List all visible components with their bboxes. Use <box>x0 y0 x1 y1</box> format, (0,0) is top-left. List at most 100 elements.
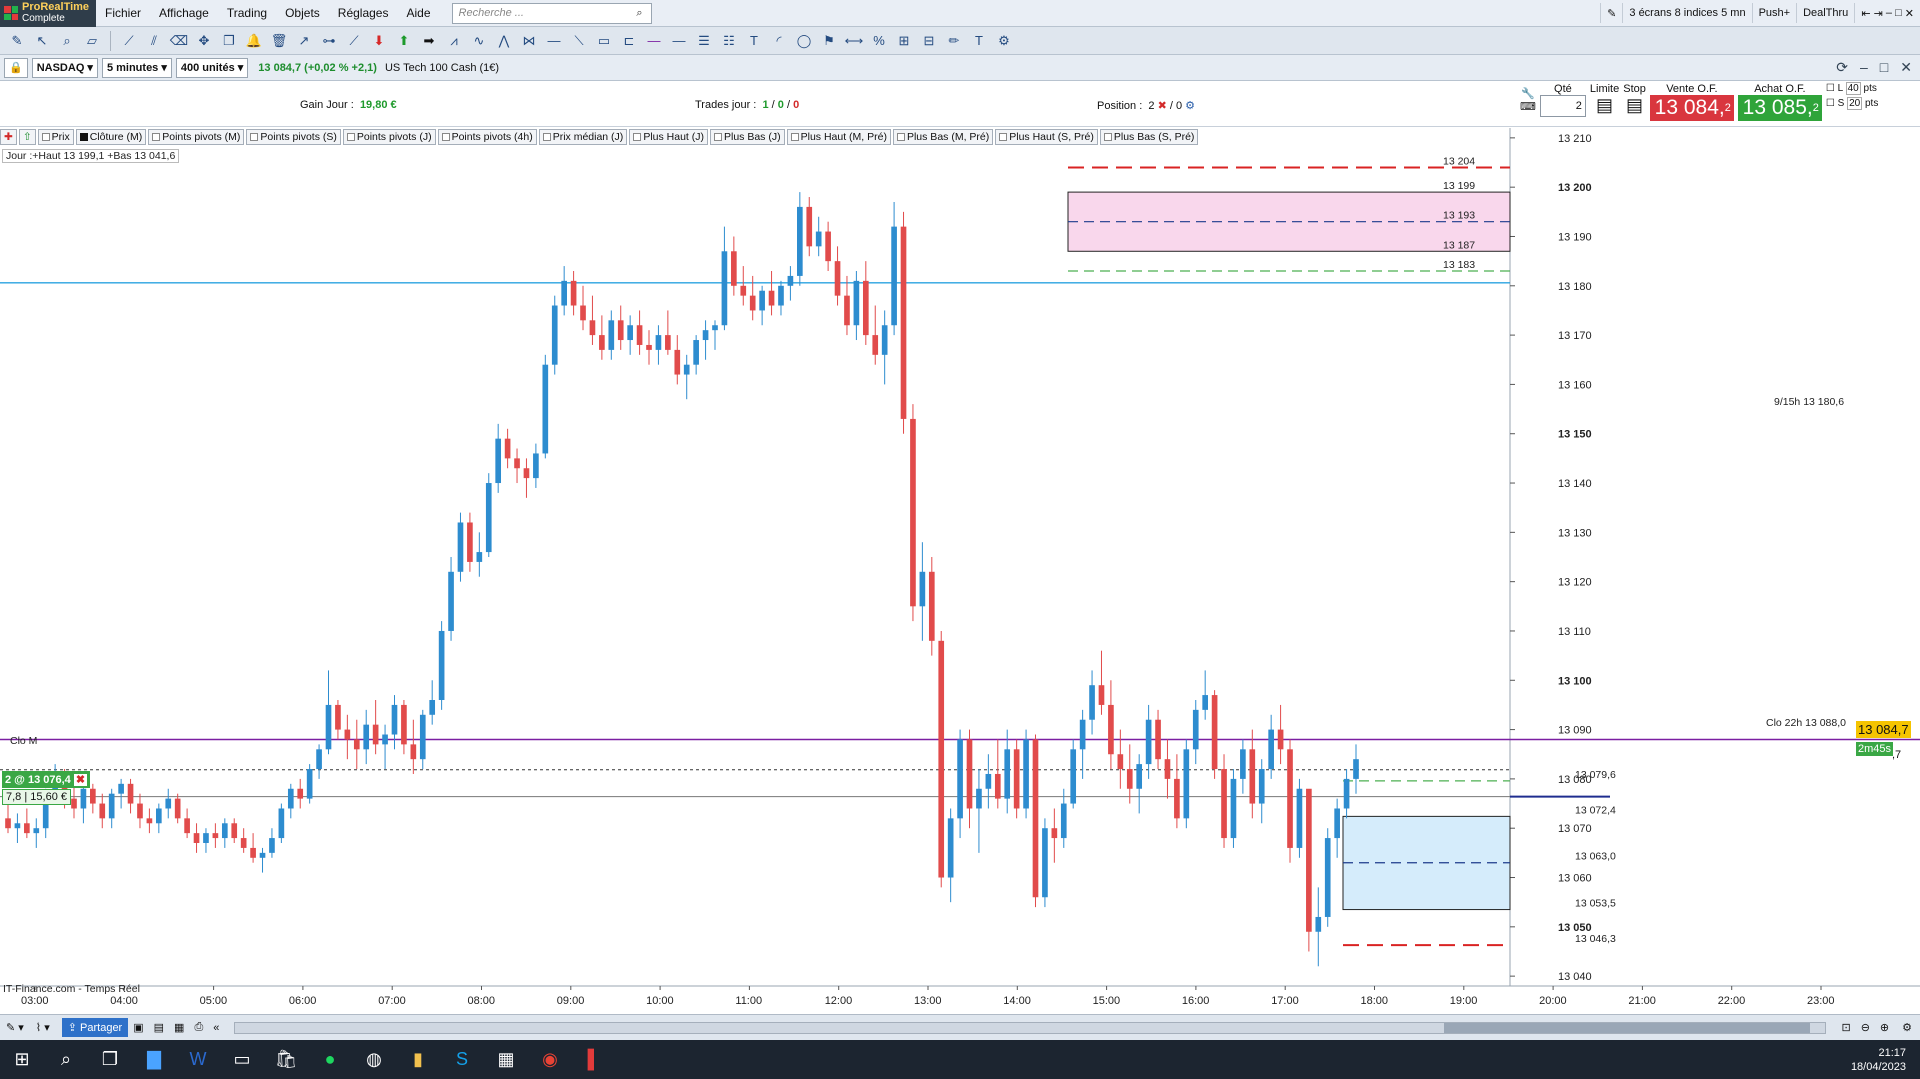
share-button[interactable]: ⇪ Partager <box>61 1018 129 1037</box>
move-icon[interactable]: ✥ <box>193 30 215 52</box>
spotify-icon[interactable]: ● <box>308 1040 352 1079</box>
zoom-out-icon[interactable]: ⊖ <box>1856 1021 1875 1034</box>
word-icon[interactable]: W <box>176 1040 220 1079</box>
fibonacci-icon[interactable]: ⩘ <box>443 30 465 52</box>
forward-icon[interactable]: ⇥ <box>1874 7 1883 20</box>
add-indicator-icon[interactable]: ✚ <box>0 129 17 145</box>
chip-plus-bas-j[interactable]: Plus Bas (J) <box>710 129 785 145</box>
status-chart-icon[interactable]: ⌇ ▾ <box>30 1021 56 1034</box>
menu-trading[interactable]: Trading <box>218 6 276 20</box>
fib-retrace-icon[interactable]: ☰ <box>693 30 715 52</box>
price-chart[interactable]: 13 04013 05013 06013 07013 08013 09013 1… <box>0 128 1920 1014</box>
chart-close-icon[interactable]: ✕ <box>1900 59 1912 76</box>
l-checkbox[interactable]: ☐ <box>1826 83 1835 94</box>
settings-icon[interactable]: ⚙ <box>993 30 1015 52</box>
minimize-icon[interactable]: – <box>1886 7 1892 19</box>
segment-icon[interactable]: ⊶ <box>318 30 340 52</box>
l-value[interactable]: 40 <box>1845 82 1861 95</box>
screenshot-icon[interactable]: ▣ <box>128 1021 148 1034</box>
purple-line-icon[interactable]: — <box>643 30 665 52</box>
gann-icon[interactable]: ⊞ <box>893 30 915 52</box>
line-icon[interactable]: — <box>668 30 690 52</box>
store-icon[interactable]: 🛍 <box>264 1040 308 1079</box>
trendline-icon[interactable]: ⟋ <box>118 30 140 52</box>
pencil-icon[interactable]: ✎ <box>6 30 28 52</box>
status-settings-icon[interactable]: ⚙ <box>1894 1021 1920 1034</box>
chrome-icon[interactable]: ◉ <box>528 1040 572 1079</box>
brush-icon[interactable]: ⌫ <box>168 30 190 52</box>
chip-plus-haut-j[interactable]: Plus Haut (J) <box>629 129 708 145</box>
scrollbar-thumb[interactable] <box>1443 1022 1810 1033</box>
skype-icon[interactable]: S <box>440 1040 484 1079</box>
fib-ext-icon[interactable]: ☷ <box>718 30 740 52</box>
menu-reglages[interactable]: Réglages <box>329 6 398 20</box>
push-button[interactable]: Push+ <box>1751 3 1797 23</box>
menu-fichier[interactable]: Fichier <box>96 6 150 20</box>
zigzag-icon[interactable]: ⋀ <box>493 30 515 52</box>
timeframe-select[interactable]: 5 minutes ▾ <box>101 57 172 78</box>
menu-affichage[interactable]: Affichage <box>150 6 218 20</box>
prorealtime-icon[interactable]: ▌ <box>572 1040 616 1079</box>
channel-icon[interactable]: ⫽ <box>143 30 165 52</box>
chip-plus-haut-m[interactable]: Plus Haut (M, Pré) <box>786 129 891 145</box>
wave-icon[interactable]: ∿ <box>468 30 490 52</box>
pen-line-icon[interactable]: ⟋ <box>343 30 365 52</box>
lock-icon[interactable]: 🔒 <box>4 57 28 78</box>
pencil2-icon[interactable]: ✏ <box>943 30 965 52</box>
projection-icon[interactable]: ⊟ <box>918 30 940 52</box>
position-tag[interactable]: 2 @ 13 076,4 ✖ <box>2 771 91 788</box>
pattern-icon[interactable]: ⋈ <box>518 30 540 52</box>
chip-plus-bas-s[interactable]: Plus Bas (S, Pré) <box>1099 129 1199 145</box>
horizontal-line-icon[interactable]: — <box>543 30 565 52</box>
sell-button[interactable]: 13 084,2 <box>1649 95 1734 121</box>
workspace-name[interactable]: 3 écrans 8 indices 5 mn <box>1622 3 1751 23</box>
cursor-icon[interactable]: ↖ <box>31 30 53 52</box>
chart-area[interactable]: 13 040 13 050 13 060 13 070 13 080 13 090 13 1… <box>0 128 1920 1014</box>
chip-prix[interactable]: Prix <box>37 129 74 145</box>
chip-pivots-m[interactable]: Points pivots (M) <box>148 129 245 145</box>
calendar-icon[interactable]: ▦ <box>169 1021 189 1034</box>
qty-input[interactable]: 2 <box>1539 95 1586 117</box>
search-taskbar-icon[interactable]: ⌕ <box>44 1040 88 1079</box>
print-icon[interactable]: ⎙ <box>189 1021 208 1034</box>
close-icon[interactable]: ✕ <box>1905 7 1914 20</box>
text-icon[interactable]: T <box>743 30 765 52</box>
units-select[interactable]: 400 unités ▾ <box>175 57 249 78</box>
s-checkbox[interactable]: ☐ <box>1826 98 1835 109</box>
chip-pivots-j[interactable]: Points pivots (J) <box>342 129 436 145</box>
market-select[interactable]: NASDAQ ▾ <box>31 57 98 78</box>
bracket-icon[interactable]: ⊏ <box>618 30 640 52</box>
keypad-icon[interactable]: ⌨ <box>1520 100 1536 113</box>
back-icon[interactable]: ⇤ <box>1861 7 1870 20</box>
menu-objets[interactable]: Objets <box>276 6 329 20</box>
chip-pivots-s[interactable]: Points pivots (S) <box>246 129 341 145</box>
folder-drive-icon[interactable]: ▭ <box>220 1040 264 1079</box>
menu-aide[interactable]: Aide <box>397 6 439 20</box>
percent-icon[interactable]: % <box>868 30 890 52</box>
buy-button[interactable]: 13 085,2 <box>1737 95 1822 121</box>
chart-maximize-icon[interactable]: □ <box>1880 59 1888 76</box>
chip-plus-bas-m[interactable]: Plus Bas (M, Pré) <box>892 129 994 145</box>
status-pencil-icon[interactable]: ✎ ▾ <box>0 1021 30 1034</box>
ruler-icon[interactable]: ▱ <box>81 30 103 52</box>
rectangle-icon[interactable]: ▭ <box>593 30 615 52</box>
search-icon[interactable]: ⌕ <box>629 7 651 20</box>
stop-order-icon[interactable]: ▤ <box>1626 95 1643 116</box>
chip-prix-median[interactable]: Prix médian (J) <box>538 129 628 145</box>
s-value[interactable]: 20 <box>1847 97 1863 110</box>
calculator-icon[interactable]: ▦ <box>484 1040 528 1079</box>
zoom-in-icon[interactable]: ⊕ <box>1875 1021 1894 1034</box>
arc-icon[interactable]: ◜ <box>768 30 790 52</box>
flag-icon[interactable]: ⚑ <box>818 30 840 52</box>
slope-icon[interactable]: ⟍ <box>568 30 590 52</box>
circle-icon[interactable]: ◯ <box>793 30 815 52</box>
zoom-fit-icon[interactable]: ⊡ <box>1836 1021 1855 1034</box>
trash-icon[interactable]: 🗑 <box>268 30 290 52</box>
text-box-icon[interactable]: T <box>968 30 990 52</box>
chip-plus-haut-s[interactable]: Plus Haut (S, Pré) <box>995 129 1098 145</box>
export-icon[interactable]: ▤ <box>149 1021 169 1034</box>
bell-icon[interactable]: 🔔 <box>243 30 265 52</box>
system-clock[interactable]: 21:17 18/04/2023 <box>1851 1046 1920 1074</box>
arrow-line-icon[interactable]: ↗ <box>293 30 315 52</box>
close-position-icon[interactable]: ✖ <box>1158 100 1167 112</box>
